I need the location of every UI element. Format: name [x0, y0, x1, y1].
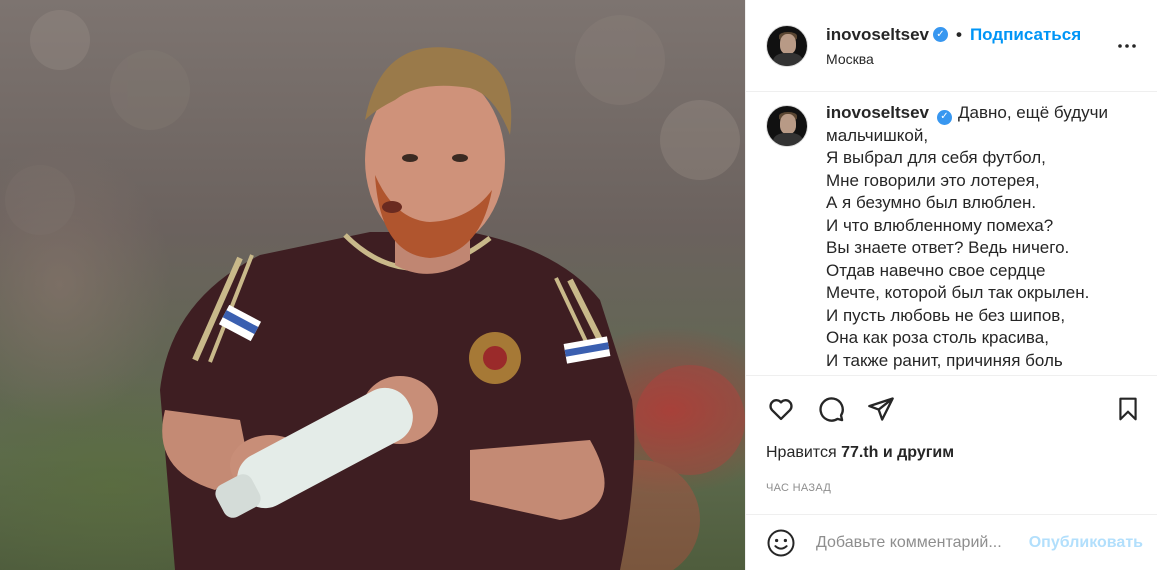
caption-author-username[interactable]: inovoseltsev — [826, 103, 929, 122]
author-info: inovoseltsev ✓ • Подписаться Москва — [826, 25, 1113, 67]
heart-icon[interactable] — [766, 394, 796, 424]
likes-summary: Нравится 77.th и другим — [746, 442, 1157, 462]
post-header: inovoseltsev ✓ • Подписаться Москва — [746, 0, 1157, 92]
caption-line: Вы знаете ответ? Ведь ничего. — [826, 238, 1070, 258]
caption-line: Мне говорили это лотерея, — [826, 170, 1040, 190]
caption-line: Она как роза столь красива, — [826, 328, 1049, 348]
action-bar — [746, 376, 1157, 442]
comment-form: Опубликовать — [746, 514, 1157, 570]
post-location[interactable]: Москва — [826, 51, 1113, 67]
follow-button[interactable]: Подписаться — [970, 25, 1081, 45]
caption-line: Я выбрал для себя футбол, — [826, 148, 1046, 168]
post-container: inovoseltsev ✓ • Подписаться Москва inov… — [0, 0, 1157, 570]
separator-dot: • — [956, 24, 962, 44]
author-username[interactable]: inovoseltsev — [826, 25, 929, 45]
post-timestamp[interactable]: ЧАС НАЗАД — [746, 462, 1157, 494]
caption-line: Отдав навечно свое сердце — [826, 260, 1046, 280]
likes-prefix: Нравится — [766, 444, 837, 461]
emoji-icon[interactable] — [766, 528, 796, 558]
caption-line: мальчишкой, — [826, 125, 929, 145]
bookmark-icon[interactable] — [1113, 394, 1143, 424]
author-avatar[interactable] — [766, 24, 808, 67]
football-player-photo — [5, 10, 745, 570]
caption-line: И что влюбленному помеха? — [826, 215, 1054, 235]
likes-count[interactable]: 77.th — [841, 444, 878, 461]
caption-text: inovoseltsev ✓ Давно, ещё будучи мальчишко… — [826, 102, 1108, 375]
post-actions-section: Нравится 77.th и другим ЧАС НАЗАД — [746, 375, 1157, 494]
caption-line: Мечте, которой был так окрылен. — [826, 283, 1090, 303]
post-photo[interactable] — [0, 0, 745, 570]
more-options-icon[interactable] — [1113, 32, 1141, 60]
caption-author-avatar[interactable] — [766, 105, 808, 147]
likes-suffix[interactable]: и другим — [883, 444, 954, 461]
comment-icon[interactable] — [816, 394, 846, 424]
caption-line: И пусть любовь не без шипов, — [826, 305, 1066, 325]
caption-line: А я безумно был влюблен. — [826, 193, 1037, 213]
caption-section: inovoseltsev ✓ Давно, ещё будучи мальчишко… — [746, 92, 1157, 375]
verified-badge-icon: ✓ — [933, 27, 948, 42]
publish-button[interactable]: Опубликовать — [1029, 534, 1143, 552]
caption-line: Давно, ещё будучи — [958, 103, 1108, 122]
caption-line: И также ранит, причиняя боль — [826, 350, 1063, 370]
post-side-panel: inovoseltsev ✓ • Подписаться Москва inov… — [745, 0, 1157, 570]
verified-badge-icon: ✓ — [937, 109, 952, 125]
comment-input[interactable] — [816, 533, 1029, 552]
share-icon[interactable] — [866, 394, 896, 424]
